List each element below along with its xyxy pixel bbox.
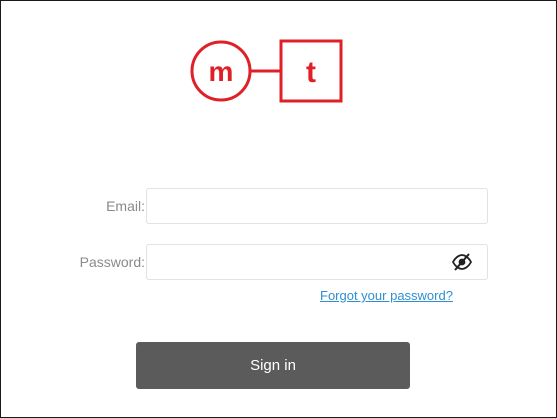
logo-letter-t: t — [306, 56, 316, 89]
password-row: Password: — [1, 244, 557, 280]
login-panel: m t Email: Password: Forgot your passwor… — [0, 0, 557, 418]
forgot-password-link[interactable]: Forgot your password? — [320, 288, 453, 303]
brand-logo: m t — [190, 39, 343, 103]
email-label: Email: — [106, 198, 145, 214]
password-label: Password: — [79, 254, 145, 270]
logo-letter-m: m — [209, 56, 234, 87]
email-field[interactable] — [146, 188, 488, 224]
eye-slash-icon[interactable] — [451, 252, 473, 272]
password-field[interactable] — [146, 244, 488, 280]
sign-in-button[interactable]: Sign in — [136, 342, 410, 389]
email-row: Email: — [1, 188, 557, 224]
